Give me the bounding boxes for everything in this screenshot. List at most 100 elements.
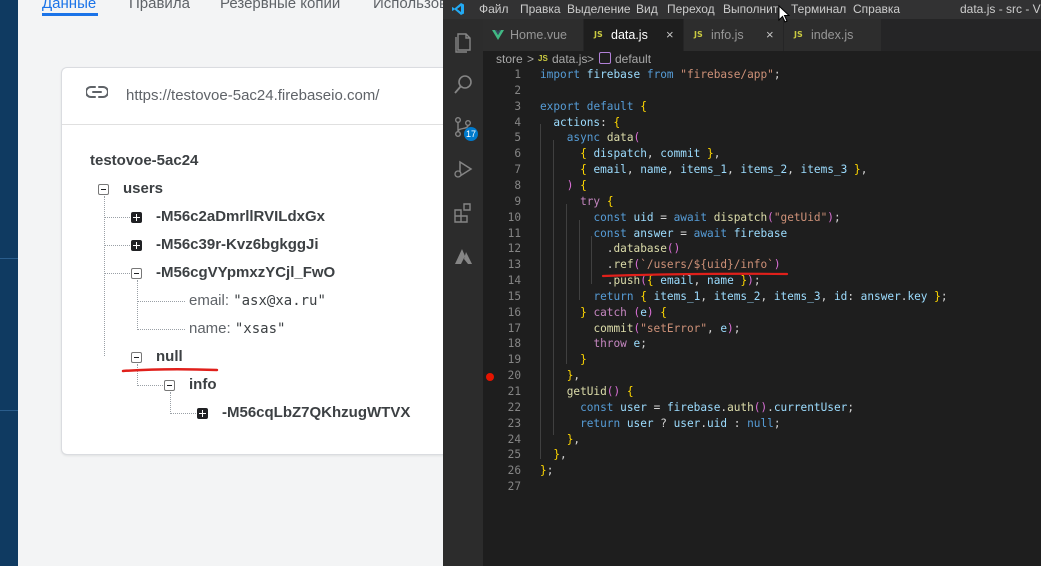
database-tabs: Данные Правила Резервные копии Использов (18, 0, 443, 16)
code-line[interactable]: } catch (e) { (540, 306, 667, 319)
tree-line (170, 392, 171, 414)
title-bar: Файл Правка Выделение Вид Переход Выполн… (443, 0, 1041, 19)
field-value[interactable]: "xsas" (235, 321, 286, 337)
line-number: 13 (507, 258, 521, 272)
code-line[interactable]: }, (540, 433, 580, 446)
breadcrumb-item[interactable]: data.js (552, 52, 587, 66)
code-line[interactable]: export default { (540, 100, 647, 113)
tab-rules[interactable]: Правила (129, 0, 190, 12)
menu-go[interactable]: Переход (667, 2, 715, 16)
expand-icon[interactable] (131, 212, 142, 223)
azure-icon[interactable] (451, 245, 475, 269)
code-line[interactable]: }, (540, 448, 566, 461)
code-line[interactable]: { email, name, items_1, items_2, items_3… (540, 163, 867, 176)
tree-node-user[interactable]: -M56cgVYpmxzYCjl_FwO (156, 264, 335, 281)
menu-selection[interactable]: Выделение (567, 2, 631, 16)
tree-node-user[interactable]: -M56c2aDmrllRVILdxGx (156, 208, 325, 225)
tree-node-user[interactable]: -M56c39r-Kvz6bgkggJi (156, 236, 319, 253)
tree-node-info-child[interactable]: -M56cqLbZ7QKhzugWTVX (222, 404, 410, 421)
breadcrumb-item[interactable]: default (615, 52, 651, 66)
code-line[interactable]: return { items_1, items_2, items_3, id: … (540, 290, 947, 303)
extensions-icon[interactable] (451, 201, 475, 225)
menu-terminal[interactable]: Терминал (791, 2, 846, 16)
tree-node-null[interactable]: null (156, 348, 183, 365)
menu-run[interactable]: Выполнить (723, 2, 785, 16)
tree-line (104, 245, 134, 246)
tree-line (137, 280, 138, 328)
code-line[interactable]: }; (540, 464, 553, 477)
collapse-icon[interactable] (98, 184, 109, 195)
tree-line (170, 413, 200, 414)
tab-info-js[interactable]: JS info.js × (684, 19, 784, 51)
tree-root[interactable]: testovoe-5ac24 (90, 152, 198, 169)
code-editor[interactable]: 1 2 3 4 5 6 7 8 9 10 11 12 13 14 15 16 17 18 19 20 21 22 23 24 2… (483, 68, 1041, 566)
activity-bar: 17 (443, 19, 483, 566)
run-debug-icon[interactable] (451, 157, 475, 181)
tree-field-email[interactable]: email: "asx@xa.ru" (189, 292, 326, 309)
tab-home-vue[interactable]: Home.vue (483, 19, 584, 51)
code-line[interactable]: throw e; (540, 337, 646, 350)
database-card: https://testovoe-5ac24.firebaseio.com/ t… (61, 67, 443, 455)
code-line[interactable]: const answer = await firebase (540, 227, 787, 240)
line-number: 16 (507, 305, 521, 319)
js-icon: JS (794, 30, 803, 39)
line-number: 17 (507, 321, 521, 335)
code-line[interactable]: return user ? user.uid : null; (540, 417, 780, 430)
field-value[interactable]: "asx@xa.ru" (233, 293, 326, 309)
code-line[interactable]: { dispatch, commit }, (540, 147, 720, 160)
code-line[interactable]: import firebase from "firebase/app"; (540, 68, 781, 81)
tree-line (104, 196, 105, 356)
code-line[interactable]: ) { (540, 179, 587, 192)
line-number: 7 (514, 163, 521, 177)
tab-data-js[interactable]: JS data.js × (584, 19, 684, 51)
code-line[interactable]: actions: { (540, 116, 620, 129)
tab-label: data.js (611, 28, 648, 42)
code-line[interactable]: } (540, 353, 587, 366)
tree-line (104, 273, 134, 274)
field-key: name: (189, 320, 231, 337)
expand-icon[interactable] (131, 240, 142, 251)
close-icon[interactable]: × (666, 27, 674, 42)
line-number: 15 (507, 289, 521, 303)
line-number: 19 (507, 353, 521, 367)
search-icon[interactable] (451, 73, 475, 97)
collapse-icon[interactable] (131, 352, 142, 363)
line-number: 22 (507, 400, 521, 414)
line-number: 14 (507, 274, 521, 288)
line-number: 25 (507, 448, 521, 462)
code-line[interactable]: .ref(`/users/${uid}/info`) (540, 258, 781, 271)
tree-field-name[interactable]: name: "xsas" (189, 320, 285, 337)
tab-usage[interactable]: Использов (373, 0, 443, 12)
explorer-icon[interactable] (451, 31, 475, 55)
menu-help[interactable]: Справка (853, 2, 900, 16)
collapse-icon[interactable] (164, 380, 175, 391)
tab-backups[interactable]: Резервные копии (220, 0, 340, 12)
background-strip (0, 0, 18, 566)
tree-line (104, 217, 134, 218)
menu-file[interactable]: Файл (479, 2, 509, 16)
tab-data[interactable]: Данные (42, 0, 96, 12)
expand-icon[interactable] (197, 408, 208, 419)
breadcrumb-item[interactable]: store (496, 52, 523, 66)
collapse-icon[interactable] (131, 268, 142, 279)
code-line[interactable]: commit("setError", e); (540, 322, 740, 335)
menu-view[interactable]: Вид (636, 2, 658, 16)
tab-index-js[interactable]: JS index.js (784, 19, 882, 51)
code-line[interactable]: try { (540, 195, 613, 208)
tree-node-info[interactable]: info (189, 376, 217, 393)
menu-edit[interactable]: Правка (520, 2, 561, 16)
close-icon[interactable]: × (766, 27, 774, 42)
code-line[interactable]: }, (540, 369, 580, 382)
code-line[interactable]: async data( (540, 131, 641, 144)
chevron-right-icon: > (527, 52, 535, 66)
link-icon (86, 86, 108, 98)
line-number: 6 (514, 147, 521, 161)
line-number: 9 (514, 194, 521, 208)
code-line[interactable]: getUid() { (540, 385, 634, 398)
database-url[interactable]: https://testovoe-5ac24.firebaseio.com/ (126, 87, 379, 104)
code-line[interactable]: .database() (540, 242, 681, 255)
line-number: 27 (507, 480, 521, 494)
code-line[interactable]: const user = firebase.auth().currentUser… (540, 401, 854, 414)
tree-node-users[interactable]: users (123, 180, 163, 197)
code-line[interactable]: const uid = await dispatch("getUid"); (540, 211, 840, 224)
